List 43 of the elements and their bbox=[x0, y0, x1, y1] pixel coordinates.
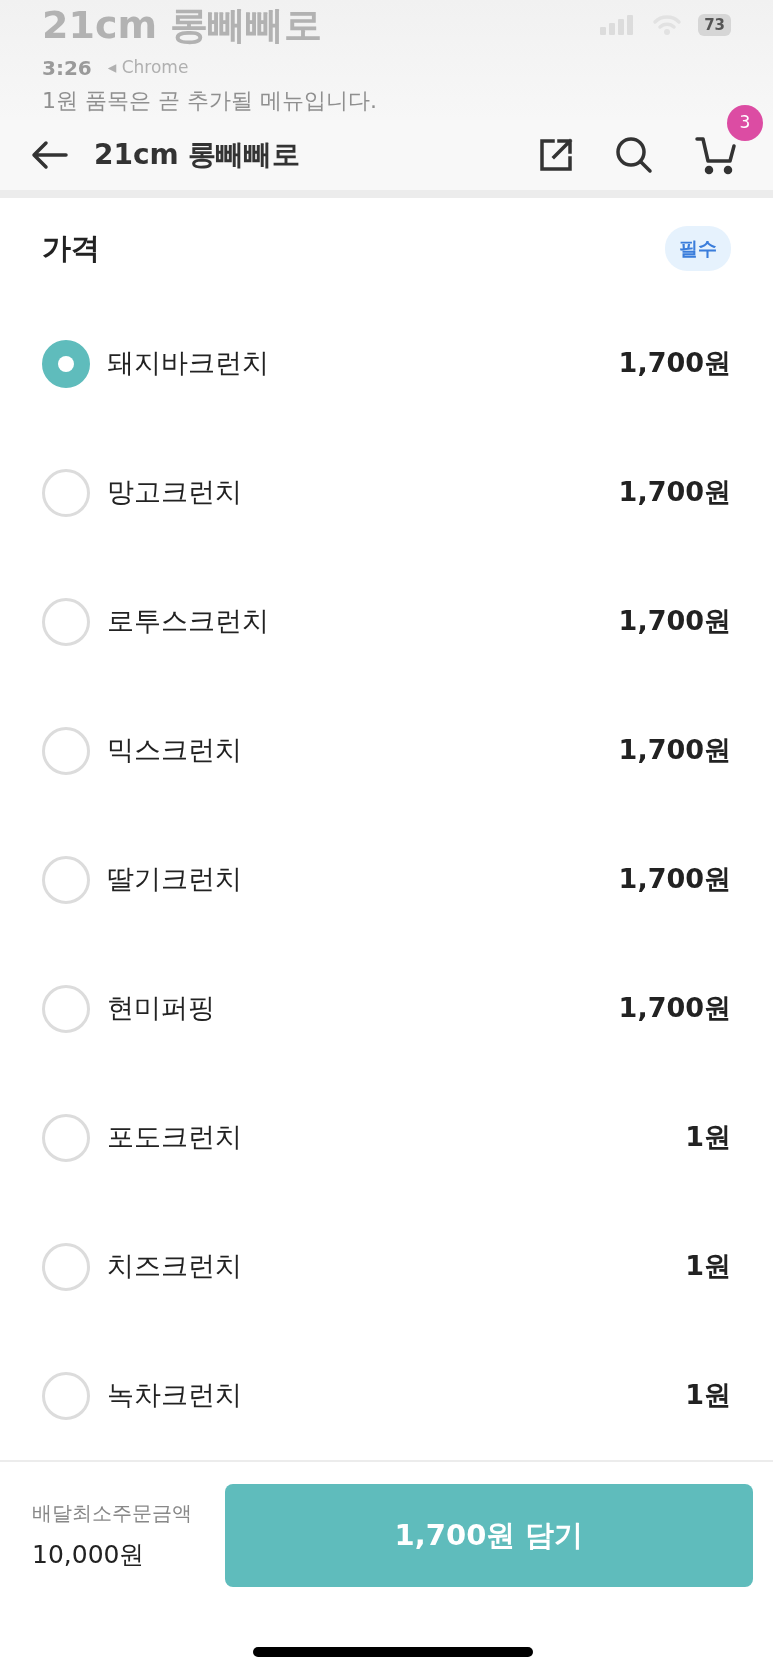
option-name: 딸기크런치 bbox=[107, 862, 242, 897]
option-price: 1,700원 bbox=[618, 475, 731, 510]
option-name: 돼지바크런치 bbox=[107, 346, 269, 381]
back-to-app-link[interactable]: ◂ Chrome bbox=[107, 55, 189, 81]
radio-button[interactable] bbox=[42, 1371, 90, 1420]
option-price: 1,700원 bbox=[618, 604, 731, 639]
option-price: 1원 bbox=[685, 1249, 731, 1284]
min-order-amount: 10,000원 bbox=[32, 1538, 146, 1571]
option-name: 로투스크런치 bbox=[107, 604, 269, 639]
option-name: 포도크런치 bbox=[107, 1120, 242, 1155]
cart-count-badge: 3 bbox=[727, 105, 763, 141]
page-title: 21cm 롱빼빼로 bbox=[42, 2, 323, 49]
radio-button[interactable] bbox=[42, 339, 90, 388]
battery-icon: 73 bbox=[698, 13, 731, 37]
share-button[interactable] bbox=[539, 138, 573, 172]
radio-button[interactable] bbox=[42, 726, 90, 775]
status-time: 3:26 bbox=[42, 55, 92, 82]
option-price: 1원 bbox=[685, 1120, 731, 1155]
search-button[interactable] bbox=[615, 136, 653, 174]
option-price: 1,700원 bbox=[618, 862, 731, 897]
required-badge: 필수 bbox=[665, 226, 731, 271]
option-name: 녹차크런치 bbox=[107, 1378, 242, 1413]
option-name: 현미퍼핑 bbox=[107, 991, 215, 1026]
radio-button[interactable] bbox=[42, 1113, 90, 1162]
radio-button[interactable] bbox=[42, 468, 90, 517]
option-name: 치즈크런치 bbox=[107, 1249, 242, 1284]
option-price: 1원 bbox=[685, 1378, 731, 1413]
section-title: 가격 bbox=[42, 229, 100, 267]
notice-text: 1원 품목은 곧 추가될 메뉴입니다. bbox=[42, 87, 378, 115]
option-name: 믹스크런치 bbox=[107, 733, 242, 768]
back-button[interactable] bbox=[30, 139, 70, 171]
radio-button[interactable] bbox=[42, 984, 90, 1033]
option-price: 1,700원 bbox=[618, 991, 731, 1026]
cart-button[interactable] bbox=[695, 135, 737, 175]
option-price: 1,700원 bbox=[618, 346, 731, 381]
radio-button[interactable] bbox=[42, 1242, 90, 1291]
page-title: 21cm 롱빼빼로 bbox=[94, 137, 301, 173]
radio-button[interactable] bbox=[42, 597, 90, 646]
option-name: 망고크런치 bbox=[107, 475, 242, 510]
radio-button[interactable] bbox=[42, 855, 90, 904]
option-price: 1,700원 bbox=[618, 733, 731, 768]
min-order-label: 배달최소주문금액 bbox=[32, 1499, 193, 1527]
add-to-cart-button[interactable]: 1,700원 담기 bbox=[225, 1484, 753, 1587]
